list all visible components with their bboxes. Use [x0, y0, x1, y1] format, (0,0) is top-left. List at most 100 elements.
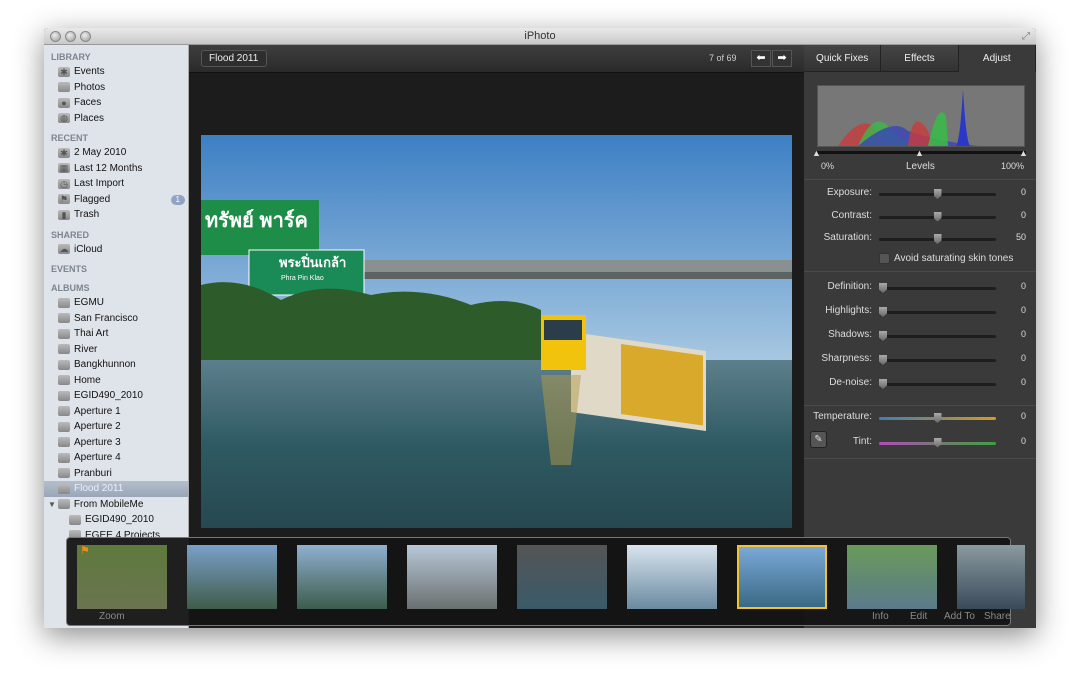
- sidebar-item-label: Faces: [74, 97, 102, 108]
- filmstrip-thumbnail[interactable]: [957, 545, 1025, 609]
- filmstrip-thumbnail[interactable]: [407, 545, 497, 609]
- tab-quick-fixes[interactable]: Quick Fixes: [804, 45, 882, 72]
- fullscreen-icon[interactable]: ⤢: [1022, 31, 1030, 42]
- sidebar-item-label: Photos: [74, 81, 106, 93]
- slider-thumb[interactable]: [879, 331, 887, 341]
- sidebar-item[interactable]: ⚑ Flagged 1: [44, 192, 188, 208]
- main-photo: ทรัพย์ พาร์ค พระปิ่นเกล้า Phra Pin Klao: [201, 135, 792, 528]
- sidebar-item[interactable]: ◷ Last Import: [44, 176, 188, 192]
- sidebar-item[interactable]: ▦ Last 12 Months: [44, 161, 188, 177]
- slider-row: Exposure: 0: [804, 187, 1036, 201]
- album-icon: [58, 452, 70, 463]
- filmstrip-thumbnail[interactable]: [77, 545, 167, 609]
- filmstrip-thumbnail[interactable]: [517, 545, 607, 609]
- previous-photo-button[interactable]: ⬅: [751, 50, 771, 67]
- slider-thumb[interactable]: [933, 234, 942, 244]
- slider-value: 0: [1020, 353, 1026, 363]
- sidebar-item[interactable]: EGID490_2010: [44, 512, 188, 528]
- cloud-icon: ☁: [58, 244, 70, 255]
- sidebar-item[interactable]: Photos: [44, 80, 188, 96]
- sidebar-item-label: Flagged: [74, 193, 111, 205]
- slider-thumb[interactable]: [879, 355, 887, 365]
- slider-label: Definition:: [827, 281, 872, 292]
- tab-effects[interactable]: Effects: [881, 45, 959, 72]
- palm-icon: ✱: [58, 147, 70, 158]
- slider-label: Contrast:: [831, 209, 872, 221]
- tab-adjust[interactable]: Adjust: [958, 45, 1036, 72]
- sidebar-item-label: Pranburi: [74, 467, 112, 479]
- levels-mid-handle[interactable]: ▲: [915, 148, 924, 158]
- album-icon: [58, 483, 70, 494]
- filmstrip-thumbnail[interactable]: [627, 545, 717, 609]
- sidebar-item[interactable]: Home: [44, 373, 188, 389]
- levels-white-handle[interactable]: ▲: [1019, 148, 1028, 158]
- person-icon: ●: [58, 97, 70, 108]
- slider-track[interactable]: [879, 311, 996, 314]
- histogram: [817, 85, 1025, 147]
- sidebar-item[interactable]: San Francisco: [44, 311, 188, 327]
- flag-icon: ⚑: [80, 545, 90, 557]
- sidebar-item[interactable]: Pranburi: [44, 466, 188, 482]
- sidebar-section-header: RECENT: [51, 133, 89, 143]
- sidebar-item[interactable]: ◍ Places: [44, 111, 188, 127]
- album-icon: [58, 468, 70, 479]
- skin-tones-checkbox[interactable]: [879, 253, 890, 264]
- add-to-button[interactable]: Add To: [944, 611, 975, 622]
- sidebar-item[interactable]: ✱ Events: [44, 64, 188, 80]
- sidebar-item[interactable]: ● Faces: [44, 95, 188, 111]
- slider-thumb[interactable]: [879, 379, 887, 389]
- eyedropper-button[interactable]: ✎: [810, 431, 827, 448]
- filmstrip-thumbnail-selected[interactable]: [737, 545, 827, 609]
- levels-min-label: 0%: [821, 161, 835, 171]
- slider-track[interactable]: [879, 335, 996, 338]
- slider-value: 50: [1015, 232, 1026, 242]
- sidebar-item-label: Last Import: [74, 178, 125, 189]
- info-button[interactable]: Info: [872, 611, 889, 622]
- sidebar-item[interactable]: ✱ 2 May 2010: [44, 145, 188, 161]
- sidebar-item-label: EGMU: [74, 297, 104, 308]
- slider-track[interactable]: [879, 383, 996, 386]
- breadcrumb-back-button[interactable]: Flood 2011: [201, 50, 268, 67]
- slider-thumb[interactable]: [933, 211, 942, 222]
- levels-black-handle[interactable]: ▲: [812, 148, 821, 158]
- edit-button[interactable]: Edit: [910, 611, 927, 622]
- sidebar-item[interactable]: Aperture 1: [44, 404, 188, 420]
- sidebar-item[interactable]: Flood 2011: [44, 481, 188, 497]
- sidebar-item[interactable]: Thai Art: [44, 326, 188, 342]
- sidebar-item[interactable]: ▮ Trash: [44, 207, 188, 223]
- flag-icon: ⚑: [58, 194, 70, 205]
- slider-thumb[interactable]: [933, 437, 942, 448]
- filmstrip-thumbnail[interactable]: [847, 545, 937, 609]
- filmstrip: ⚑: [66, 537, 1025, 626]
- sidebar-item-label: EGID490_2010: [85, 514, 154, 525]
- slider-row: Highlights: 0: [804, 305, 1036, 319]
- sidebar-item[interactable]: Bangkhunnon: [44, 357, 188, 373]
- slider-track[interactable]: [879, 359, 996, 362]
- sidebar-item[interactable]: Aperture 2: [44, 419, 188, 435]
- album-icon: [58, 328, 70, 339]
- disclosure-triangle-icon[interactable]: ▼: [48, 497, 56, 513]
- slider-thumb[interactable]: [933, 413, 942, 423]
- filmstrip-thumbnail[interactable]: [187, 545, 277, 609]
- sidebar-item-label: iCloud: [74, 243, 103, 255]
- sidebar-item[interactable]: EGMU: [44, 295, 188, 311]
- sidebar-item[interactable]: River: [44, 342, 188, 358]
- slider-row: Definition: 0: [804, 281, 1036, 295]
- next-photo-button[interactable]: ➡: [772, 50, 792, 67]
- slider-thumb[interactable]: [879, 307, 887, 317]
- sidebar-item[interactable]: ▼ From MobileMe: [44, 497, 188, 513]
- sidebar-item-label: Thai Art: [74, 328, 109, 339]
- sidebar-item-label: Aperture 2: [74, 421, 121, 432]
- slider-track[interactable]: [879, 287, 996, 290]
- slider-value: 0: [1020, 209, 1026, 220]
- skin-tones-checkbox-row[interactable]: Avoid saturating skin tones: [804, 252, 1036, 266]
- slider-thumb[interactable]: [879, 283, 887, 293]
- slider-row: De-noise: 0: [804, 377, 1036, 391]
- filmstrip-thumbnail[interactable]: [297, 545, 387, 609]
- sidebar-item[interactable]: Aperture 3: [44, 435, 188, 451]
- sidebar-item[interactable]: Aperture 4: [44, 450, 188, 466]
- sidebar-item[interactable]: ☁ iCloud: [44, 242, 188, 258]
- sidebar-item[interactable]: EGID490_2010: [44, 388, 188, 404]
- slider-thumb[interactable]: [933, 189, 942, 199]
- share-button[interactable]: Share: [984, 611, 1011, 622]
